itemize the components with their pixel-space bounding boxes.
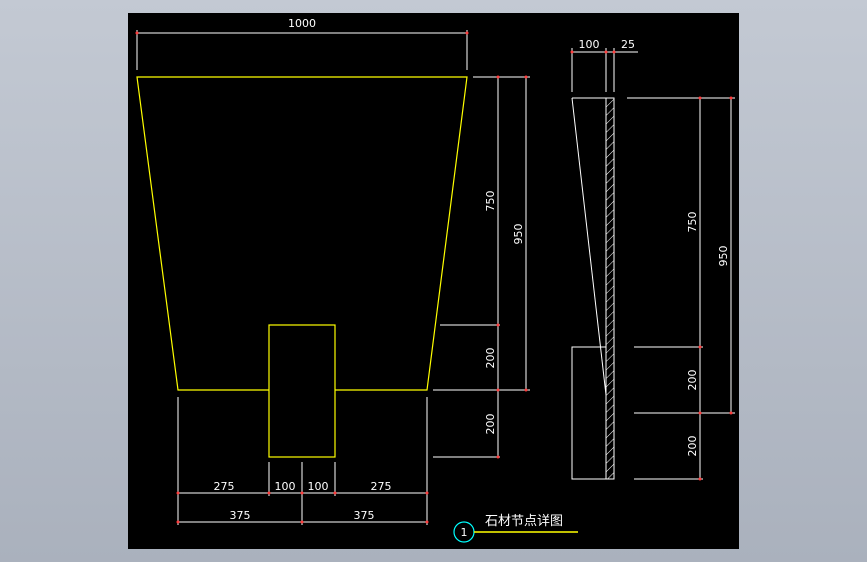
section-hatched-panel	[605, 97, 615, 480]
dim-label-top-width: 1000	[288, 17, 316, 30]
detail-title-block: 1 石材节点详图	[453, 514, 578, 543]
dim-label-section-stone: 100	[579, 38, 600, 51]
dim-label-bottom-right-outer: 275	[371, 480, 392, 493]
dim-top-width	[136, 30, 468, 70]
dim-section-verticals	[627, 97, 735, 480]
detail-title: 石材节点详图	[485, 514, 563, 529]
dim-right-verticals	[433, 76, 530, 458]
dim-label-section-height-upper: 750	[686, 212, 699, 233]
dim-label-section-height-mid: 200	[686, 370, 699, 391]
dim-label-section-height-total: 950	[717, 246, 730, 267]
dim-label-bottom-left-inner: 100	[275, 480, 296, 493]
dim-label-section-panel: 25	[621, 38, 635, 51]
stone-node-detail-drawing: 1000 750 200 200 950 275 100 100 275 375…	[135, 17, 735, 543]
dim-label-height-mid: 200	[484, 348, 497, 369]
section-view: 100 25 750 200 200 950	[570, 38, 735, 481]
detail-number: 1	[461, 526, 468, 539]
dim-label-section-height-lower: 200	[686, 436, 699, 457]
dim-label-height-upper: 750	[484, 191, 497, 212]
dim-section-thickness	[571, 48, 638, 92]
dim-label-height-lower: 200	[484, 414, 497, 435]
cad-viewport[interactable]: 1000 750 200 200 950 275 100 100 275 375…	[128, 13, 739, 549]
elevation-view: 1000 750 200 200 950 275 100 100 275 375…	[135, 17, 530, 525]
dim-label-half-right: 375	[354, 509, 375, 522]
dim-label-bottom-right-inner: 100	[308, 480, 329, 493]
section-stone-tab	[571, 346, 607, 480]
dim-label-half-left: 375	[230, 509, 251, 522]
dim-label-height-total: 950	[512, 224, 525, 245]
dim-label-bottom-left-outer: 275	[214, 480, 235, 493]
stone-tab-outline	[268, 324, 336, 458]
